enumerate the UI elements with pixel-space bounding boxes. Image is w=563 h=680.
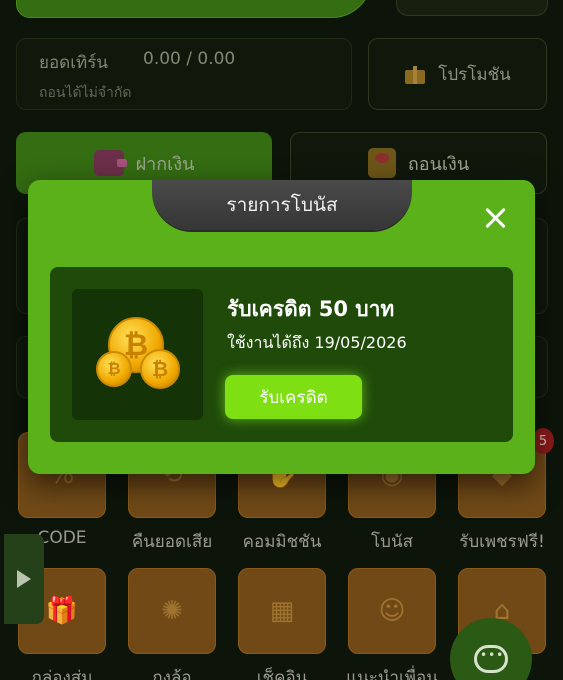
grid-label: แนะนำเพื่อน bbox=[346, 668, 438, 680]
grid-label: คอมมิชชัน bbox=[242, 532, 322, 552]
calendar-check-icon: ▦ bbox=[238, 568, 326, 654]
coin-medium: ₿ bbox=[140, 349, 180, 389]
turnover-panel: ยอดเทิร์น 0.00 / 0.00 ถอนได้ไม่จำกัด bbox=[16, 38, 352, 110]
turnover-withdraw-note: ถอนได้ไม่จำกัด bbox=[39, 85, 132, 101]
grid-item-refer-friend[interactable]: ☺ แนะนำเพื่อน bbox=[344, 568, 440, 680]
promotion-button[interactable]: โปรโมชัน bbox=[368, 38, 547, 110]
modal-header-tab: รายการโบนัส bbox=[152, 180, 412, 230]
bonus-name: รับเครดิต 50 บาท bbox=[227, 297, 395, 321]
promotion-label: โปรโมชัน bbox=[438, 64, 511, 85]
claim-credit-button[interactable]: รับเครดิต bbox=[225, 375, 362, 419]
notification-badge: 5 bbox=[532, 428, 554, 454]
top-banner bbox=[16, 0, 372, 18]
bonus-item-card: ₿ ₿ ₿ รับเครดิต 50 บาท ใช้งานได้ถึง 19/0… bbox=[50, 267, 513, 442]
play-arrow-icon bbox=[17, 570, 31, 588]
grid-label: กงล้อ bbox=[152, 668, 192, 680]
grid-label: เช็คอิน bbox=[256, 668, 308, 680]
gift-icon bbox=[404, 64, 426, 84]
close-icon[interactable] bbox=[482, 204, 510, 232]
side-drawer-toggle[interactable] bbox=[4, 534, 44, 624]
bonus-list-modal: รายการโบนัส ₿ ₿ ₿ รับเครดิต 50 บาท ใช้งา… bbox=[28, 180, 535, 474]
grid-label: โบนัส bbox=[371, 532, 413, 552]
top-banner-right bbox=[396, 0, 548, 16]
deposit-label: ฝากเงิน bbox=[135, 153, 195, 175]
grid-item-wheel[interactable]: ✺ กงล้อ bbox=[124, 568, 220, 680]
turnover-label: ยอดเทิร์น bbox=[39, 53, 108, 73]
grid-label: คืนยอดเสีย bbox=[131, 532, 213, 552]
withdraw-label: ถอนเงิน bbox=[407, 153, 470, 175]
grid-item-checkin[interactable]: ▦ เช็คอิน bbox=[234, 568, 330, 680]
chat-headset-icon bbox=[474, 645, 508, 673]
coin-small: ₿ bbox=[96, 351, 132, 387]
bitcoin-coins-icon: ₿ ₿ ₿ bbox=[72, 289, 203, 420]
atm-icon bbox=[367, 148, 396, 178]
friends-icon: ☺ bbox=[348, 568, 436, 654]
turnover-value: 0.00 / 0.00 bbox=[143, 49, 236, 69]
bonus-expiry: ใช้งานได้ถึง 19/05/2026 bbox=[227, 333, 407, 352]
modal-title: รายการโบนัส bbox=[226, 194, 338, 216]
wheel-icon: ✺ bbox=[128, 568, 216, 654]
grid-label: รับเพชรฟรี! bbox=[459, 532, 545, 552]
wallet-icon bbox=[93, 150, 127, 176]
grid-label: กล่องสุ่ม bbox=[31, 668, 93, 680]
